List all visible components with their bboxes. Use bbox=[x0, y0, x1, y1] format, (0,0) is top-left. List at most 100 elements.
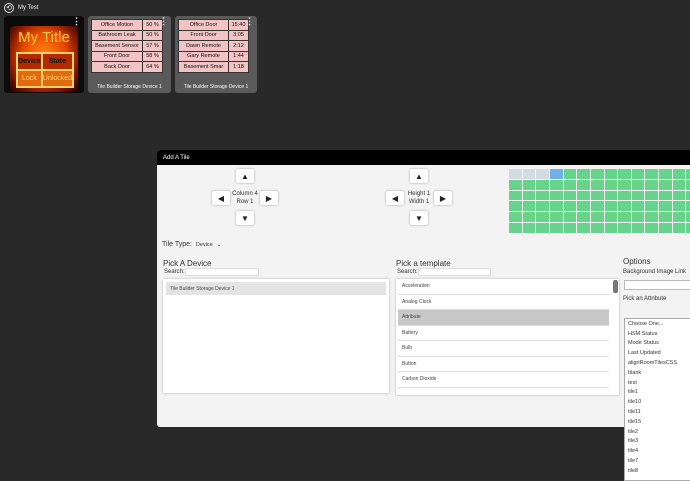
grid-cell[interactable] bbox=[604, 190, 618, 201]
grid-cell[interactable] bbox=[672, 169, 686, 179]
background-image-input[interactable] bbox=[624, 280, 690, 290]
grid-cell[interactable] bbox=[536, 201, 549, 212]
tile-my-title[interactable]: My Title Device State Lock Unlocked ⋮ bbox=[4, 16, 84, 93]
template-item[interactable]: Bulb bbox=[398, 341, 609, 357]
grid-cell[interactable] bbox=[549, 223, 563, 233]
template-item-selected[interactable]: Attribute bbox=[398, 310, 609, 326]
tile-activity-table[interactable]: Office Door 15:40 Front Door 3:05 Dawn Rem… bbox=[175, 16, 257, 93]
grid-cell[interactable] bbox=[509, 223, 522, 233]
grid-cell[interactable] bbox=[522, 179, 536, 190]
attribute-option[interactable]: tile1 bbox=[625, 388, 690, 398]
attribute-option[interactable]: test bbox=[625, 378, 690, 388]
row-up-button[interactable]: ▲ bbox=[236, 169, 254, 183]
grid-cell[interactable] bbox=[631, 212, 645, 223]
attribute-option[interactable]: tile2 bbox=[625, 427, 690, 437]
grid-cell[interactable] bbox=[563, 190, 577, 201]
grid-cell[interactable] bbox=[536, 169, 549, 179]
attribute-option[interactable]: tile10 bbox=[625, 397, 690, 407]
grid-cell[interactable] bbox=[509, 190, 522, 201]
grid-cell[interactable] bbox=[686, 212, 690, 223]
grid-cell[interactable] bbox=[631, 179, 645, 190]
attribute-option[interactable]: Choose One... bbox=[625, 319, 690, 329]
grid-cell[interactable] bbox=[536, 179, 549, 190]
grid-cell[interactable] bbox=[604, 169, 618, 179]
template-item[interactable]: Carbon Dioxide bbox=[398, 372, 609, 388]
grid-cell[interactable] bbox=[659, 179, 672, 190]
column-left-button[interactable]: ◀ bbox=[212, 191, 230, 205]
grid-cell[interactable] bbox=[590, 201, 604, 212]
grid-cell[interactable] bbox=[577, 223, 590, 233]
more-options-icon[interactable]: ⋮ bbox=[159, 17, 168, 26]
grid-cell[interactable] bbox=[577, 169, 590, 179]
more-options-icon[interactable]: ⋮ bbox=[72, 17, 81, 26]
grid-cell[interactable] bbox=[577, 179, 590, 190]
width-left-button[interactable]: ◀ bbox=[386, 191, 404, 205]
grid-cell[interactable] bbox=[590, 179, 604, 190]
column-right-button[interactable]: ▶ bbox=[260, 191, 278, 205]
grid-cell[interactable] bbox=[686, 179, 690, 190]
grid-cell[interactable] bbox=[522, 223, 536, 233]
grid-cell[interactable] bbox=[618, 212, 631, 223]
grid-cell[interactable] bbox=[563, 201, 577, 212]
grid-cell[interactable] bbox=[577, 190, 590, 201]
template-item[interactable]: Button bbox=[398, 357, 609, 372]
attribute-option[interactable]: blank bbox=[625, 368, 690, 378]
grid-cell[interactable] bbox=[645, 223, 659, 233]
grid-cell[interactable] bbox=[509, 212, 522, 223]
grid-cell[interactable] bbox=[686, 201, 690, 212]
attribute-option[interactable]: tile7 bbox=[625, 456, 690, 466]
circle-arrow-icon[interactable]: ⟲ bbox=[4, 3, 14, 13]
grid-cell[interactable] bbox=[509, 201, 522, 212]
attribute-option[interactable]: tile4 bbox=[625, 446, 690, 456]
grid-cell[interactable] bbox=[590, 169, 604, 179]
grid-cell[interactable] bbox=[549, 169, 563, 179]
grid-cell[interactable] bbox=[549, 179, 563, 190]
grid-cell[interactable] bbox=[618, 169, 631, 179]
grid-cell[interactable] bbox=[509, 169, 522, 179]
grid-cell[interactable] bbox=[659, 212, 672, 223]
attribute-option[interactable]: aligriRoomTilesCSS bbox=[625, 358, 690, 368]
grid-cell[interactable] bbox=[672, 179, 686, 190]
attribute-option[interactable]: Last Updated bbox=[625, 348, 690, 358]
grid-cell[interactable] bbox=[522, 201, 536, 212]
grid-cell[interactable] bbox=[631, 169, 645, 179]
attribute-option[interactable]: tile3 bbox=[625, 437, 690, 447]
template-item[interactable]: Analog Clock bbox=[398, 295, 609, 310]
more-options-icon[interactable]: ⋮ bbox=[245, 17, 254, 26]
grid-cell[interactable] bbox=[563, 212, 577, 223]
grid-cell[interactable] bbox=[604, 179, 618, 190]
attribute-option[interactable]: tile8 bbox=[625, 466, 690, 476]
height-down-button[interactable]: ▼ bbox=[410, 211, 428, 225]
grid-cell[interactable] bbox=[686, 169, 690, 179]
grid-cell[interactable] bbox=[618, 223, 631, 233]
grid-cell[interactable] bbox=[522, 190, 536, 201]
template-scrollbar[interactable] bbox=[613, 280, 618, 293]
grid-cell[interactable] bbox=[659, 190, 672, 201]
grid-cell[interactable] bbox=[536, 190, 549, 201]
grid-cell[interactable] bbox=[604, 212, 618, 223]
grid-cell[interactable] bbox=[659, 201, 672, 212]
attribute-option[interactable]: HSM Status bbox=[625, 329, 690, 339]
grid-cell[interactable] bbox=[659, 169, 672, 179]
grid-cell[interactable] bbox=[590, 223, 604, 233]
grid-cell[interactable] bbox=[659, 223, 672, 233]
grid-cell[interactable] bbox=[549, 201, 563, 212]
grid-cell[interactable] bbox=[645, 179, 659, 190]
grid-cell[interactable] bbox=[645, 212, 659, 223]
grid-cell[interactable] bbox=[522, 212, 536, 223]
grid-cell[interactable] bbox=[563, 223, 577, 233]
grid-cell[interactable] bbox=[672, 223, 686, 233]
grid-cell[interactable] bbox=[672, 190, 686, 201]
grid-cell[interactable] bbox=[686, 190, 690, 201]
grid-cell[interactable] bbox=[604, 201, 618, 212]
grid-cell[interactable] bbox=[618, 179, 631, 190]
grid-cell[interactable] bbox=[631, 190, 645, 201]
grid-cell[interactable] bbox=[563, 179, 577, 190]
height-up-button[interactable]: ▲ bbox=[410, 169, 428, 183]
attribute-option[interactable]: Mode Status bbox=[625, 339, 690, 349]
grid-cell[interactable] bbox=[618, 190, 631, 201]
grid-cell[interactable] bbox=[645, 201, 659, 212]
tile-type-select[interactable]: Tile Type: Device ⌄ bbox=[162, 241, 221, 248]
device-item[interactable]: Tile Builder Storage Device 1 bbox=[166, 282, 386, 295]
grid-cell[interactable] bbox=[509, 179, 522, 190]
